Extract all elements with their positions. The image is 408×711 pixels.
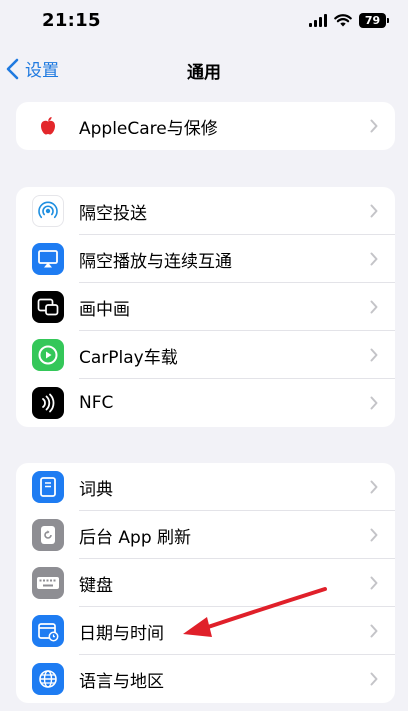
picture-in-picture-icon: [32, 291, 64, 323]
row-label: NFC: [79, 393, 114, 413]
chevron-right-icon: [370, 672, 378, 686]
row-language-region[interactable]: 语言与地区: [16, 655, 395, 703]
chevron-right-icon: [370, 204, 378, 218]
airdrop-icon: [32, 195, 64, 227]
background-refresh-icon: [32, 519, 64, 551]
dictionary-icon: [32, 471, 64, 503]
cellular-signal-icon: [309, 14, 327, 27]
row-label: 日期与时间: [79, 623, 164, 644]
chevron-right-icon: [370, 576, 378, 590]
row-label: AppleCare与保修: [79, 118, 218, 139]
settings-group-applecare: AppleCare与保修: [16, 102, 395, 150]
chevron-right-icon: [370, 396, 378, 410]
row-label: 键盘: [79, 575, 113, 596]
row-label: 后台 App 刷新: [79, 527, 192, 548]
chevron-right-icon: [370, 252, 378, 266]
row-picture-in-picture[interactable]: 画中画: [16, 283, 395, 331]
apple-logo-icon: [32, 110, 64, 142]
row-airdrop[interactable]: 隔空投送: [16, 187, 395, 235]
battery-level: 79: [364, 14, 381, 27]
chevron-right-icon: [370, 624, 378, 638]
battery-icon: 79: [359, 13, 389, 28]
row-background-app-refresh[interactable]: 后台 App 刷新: [16, 511, 395, 559]
status-time: 21:15: [42, 10, 101, 31]
globe-icon: [32, 663, 64, 695]
row-airplay-continuity[interactable]: 隔空播放与连续互通: [16, 235, 395, 283]
row-applecare[interactable]: AppleCare与保修: [16, 102, 395, 150]
row-label: 隔空投送: [79, 203, 147, 224]
chevron-right-icon: [370, 348, 378, 362]
chevron-right-icon: [370, 119, 378, 133]
settings-group-system: 词典 后台 App 刷新 键盘 日期与时间 语言与地区: [16, 463, 395, 703]
navigation-bar: 设置 通用: [0, 44, 408, 94]
row-label: 隔空播放与连续互通: [79, 251, 232, 272]
carplay-icon: [32, 339, 64, 371]
status-bar: 21:15 79: [0, 0, 408, 44]
wifi-icon: [334, 14, 352, 27]
chevron-right-icon: [370, 528, 378, 542]
row-keyboard[interactable]: 键盘: [16, 559, 395, 607]
page-title: 通用: [187, 63, 221, 83]
date-time-icon: [32, 615, 64, 647]
settings-group-connectivity: 隔空投送 隔空播放与连续互通 画中画 CarPlay车载 NFC: [16, 187, 395, 427]
airplay-icon: [32, 243, 64, 275]
row-date-time[interactable]: 日期与时间: [16, 607, 395, 655]
nfc-icon: [32, 387, 64, 419]
row-carplay[interactable]: CarPlay车载: [16, 331, 395, 379]
chevron-right-icon: [370, 300, 378, 314]
row-label: 语言与地区: [79, 671, 164, 692]
row-label: CarPlay车载: [79, 347, 178, 368]
row-nfc[interactable]: NFC: [16, 379, 395, 427]
row-label: 词典: [79, 479, 113, 500]
status-icons: 79: [309, 13, 389, 28]
row-dictionary[interactable]: 词典: [16, 463, 395, 511]
row-label: 画中画: [79, 299, 130, 320]
chevron-right-icon: [370, 480, 378, 494]
keyboard-icon: [32, 567, 64, 599]
